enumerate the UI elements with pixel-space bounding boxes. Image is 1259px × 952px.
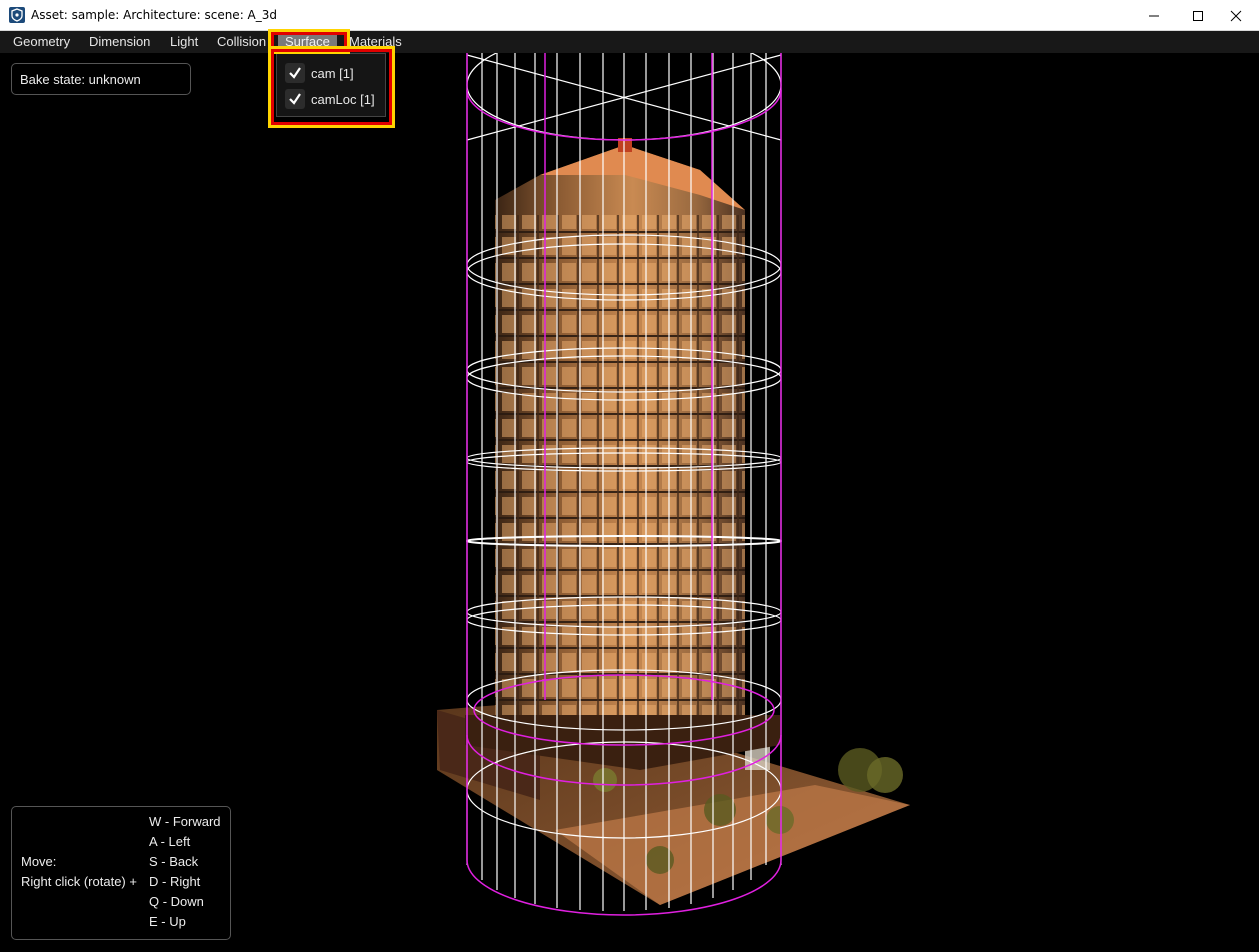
close-icon — [1230, 10, 1242, 21]
menu-dimension[interactable]: Dimension — [82, 31, 157, 53]
menu-collision[interactable]: Collision — [210, 31, 273, 53]
controls-help-panel: Move: Right click (rotate) + W - Forward… — [11, 806, 231, 940]
menu-light[interactable]: Light — [163, 31, 205, 53]
title-bar: Asset: sample: Architecture: scene: A_3d — [0, 0, 1259, 31]
key-back: S - Back — [149, 854, 199, 869]
close-button[interactable] — [1213, 0, 1259, 31]
bake-state-panel: Bake state: unknown — [11, 63, 191, 95]
window-title: Asset: sample: Architecture: scene: A_3d — [31, 8, 278, 22]
rotate-label: Right click (rotate) + — [21, 874, 137, 889]
maximize-icon — [1193, 10, 1203, 21]
menu-bar: Geometry Dimension Light Collision Surfa… — [0, 31, 1259, 53]
app-icon — [9, 7, 25, 23]
menu-geometry[interactable]: Geometry — [6, 31, 77, 53]
bake-state-label: Bake state: unknown — [20, 72, 141, 87]
minimize-button[interactable] — [1131, 0, 1177, 31]
key-forward: W - Forward — [149, 814, 221, 829]
dropdown-highlight-inner — [271, 49, 392, 125]
key-down: Q - Down — [149, 894, 204, 909]
key-left: A - Left — [149, 834, 191, 849]
minimize-icon — [1149, 15, 1159, 16]
move-label: Move: — [21, 854, 57, 869]
key-up: E - Up — [149, 914, 186, 929]
key-right: D - Right — [149, 874, 201, 889]
